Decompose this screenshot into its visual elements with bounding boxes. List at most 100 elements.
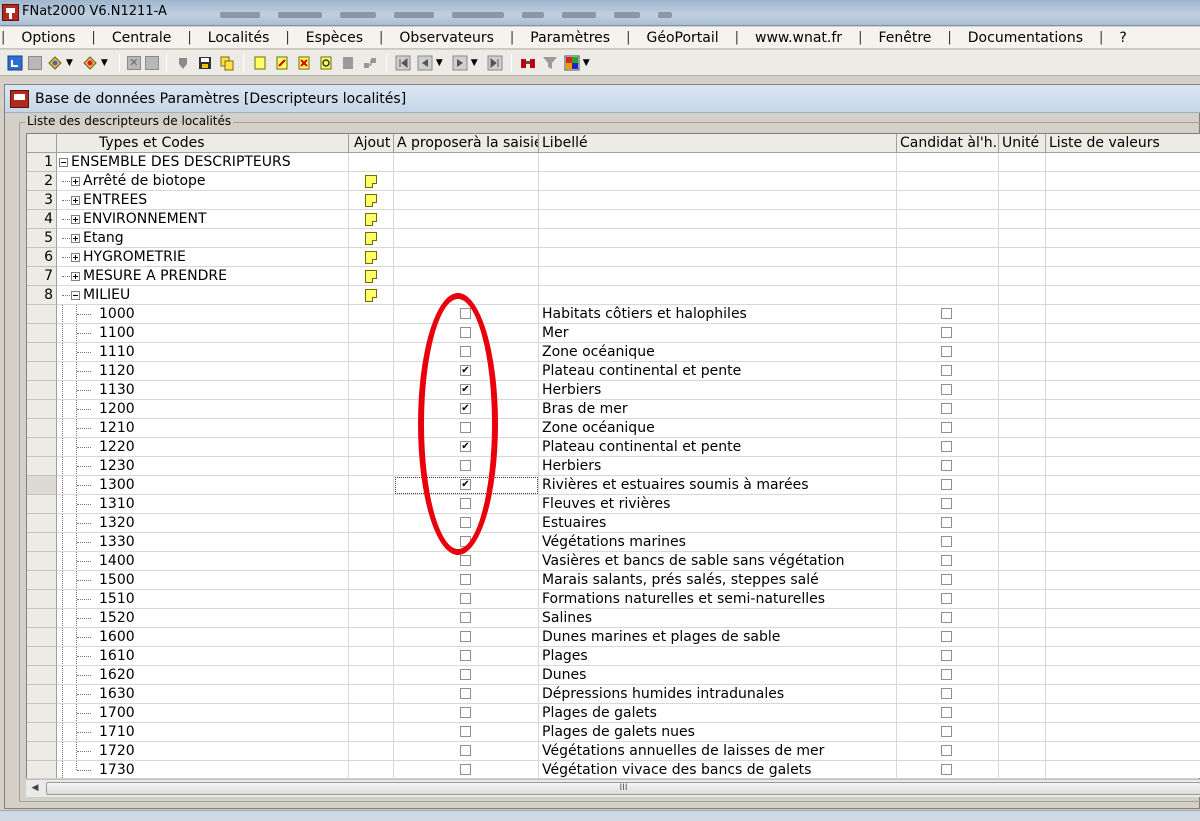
empty-cell[interactable] <box>539 210 897 229</box>
table-row[interactable]: 1720 Végétations annuelles de laisses de … <box>27 742 1200 761</box>
empty-cell[interactable] <box>999 248 1046 267</box>
menu-item-10[interactable]: ? <box>1104 30 1141 46</box>
row-selector[interactable] <box>27 533 57 552</box>
liste-valeurs-cell[interactable] <box>1046 723 1200 742</box>
chevron-down-icon[interactable]: ▼ <box>583 58 590 68</box>
candidat-checkbox[interactable] <box>941 308 952 319</box>
menu-item-7[interactable]: www.wnat.fr <box>740 30 857 46</box>
filter-icon[interactable] <box>541 54 559 72</box>
first-record-icon[interactable] <box>394 54 412 72</box>
unite-cell[interactable] <box>999 704 1046 723</box>
empty-cell[interactable] <box>394 172 539 191</box>
candidat-checkbox[interactable] <box>941 726 952 737</box>
liste-valeurs-cell[interactable] <box>1046 476 1200 495</box>
libelle-cell[interactable]: Zone océanique <box>539 343 897 362</box>
expand-icon[interactable] <box>71 214 80 224</box>
empty-cell[interactable] <box>539 172 897 191</box>
libelle-cell[interactable]: Marais salants, prés salés, steppes salé <box>539 571 897 590</box>
libelle-cell[interactable]: Habitats côtiers et halophiles <box>539 305 897 324</box>
candidat-cell[interactable] <box>897 400 999 419</box>
search-note-icon[interactable] <box>317 54 335 72</box>
unite-cell[interactable] <box>999 305 1046 324</box>
last-record-icon[interactable] <box>486 54 504 72</box>
row-selector[interactable] <box>27 590 57 609</box>
column-header-0[interactable]: Types et Codes <box>57 134 349 153</box>
propose-cell[interactable] <box>394 590 539 609</box>
empty-cell[interactable] <box>999 267 1046 286</box>
propose-cell[interactable] <box>394 666 539 685</box>
liste-valeurs-cell[interactable] <box>1046 666 1200 685</box>
empty-cell[interactable] <box>1046 153 1200 172</box>
candidat-checkbox[interactable] <box>941 441 952 452</box>
app-icon[interactable] <box>2 4 19 21</box>
candidat-cell[interactable] <box>897 590 999 609</box>
unite-cell[interactable] <box>999 628 1046 647</box>
add-note-icon[interactable] <box>365 194 377 207</box>
row-selector[interactable] <box>27 571 57 590</box>
libelle-cell[interactable]: Rivières et estuaires soumis à marées <box>539 476 897 495</box>
ajout-cell[interactable] <box>349 419 394 438</box>
unite-cell[interactable] <box>999 362 1046 381</box>
libelle-cell[interactable]: Zone océanique <box>539 419 897 438</box>
column-header-4[interactable]: Candidat àl'h... <box>897 134 999 153</box>
menu-item-3[interactable]: Espèces <box>291 30 378 46</box>
candidat-checkbox[interactable] <box>941 745 952 756</box>
gray-block-icon[interactable] <box>144 55 159 70</box>
ajout-cell[interactable] <box>349 305 394 324</box>
empty-cell[interactable] <box>394 229 539 248</box>
propose-cell[interactable] <box>394 533 539 552</box>
ajout-cell[interactable] <box>349 647 394 666</box>
table-row[interactable]: 1210 Zone océanique <box>27 419 1200 438</box>
candidat-checkbox[interactable] <box>941 631 952 642</box>
tree-node[interactable]: 1300 <box>57 476 349 495</box>
propose-cell[interactable] <box>394 609 539 628</box>
unite-cell[interactable] <box>999 381 1046 400</box>
tree-node[interactable]: 1110 <box>57 343 349 362</box>
empty-cell[interactable] <box>897 210 999 229</box>
tree-node[interactable]: 1620 <box>57 666 349 685</box>
empty-cell[interactable] <box>1046 267 1200 286</box>
ajout-cell[interactable] <box>349 210 394 229</box>
column-header-1[interactable]: Ajout <box>349 134 394 153</box>
ajout-cell[interactable] <box>349 609 394 628</box>
tree-node[interactable]: 1210 <box>57 419 349 438</box>
unite-cell[interactable] <box>999 609 1046 628</box>
liste-valeurs-cell[interactable] <box>1046 400 1200 419</box>
row-selector[interactable] <box>27 419 57 438</box>
liste-valeurs-cell[interactable] <box>1046 305 1200 324</box>
propose-cell[interactable] <box>394 514 539 533</box>
row-selector[interactable] <box>27 495 57 514</box>
empty-cell[interactable] <box>999 153 1046 172</box>
liste-valeurs-cell[interactable] <box>1046 685 1200 704</box>
ajout-cell[interactable] <box>349 400 394 419</box>
next-record-icon[interactable] <box>451 54 469 72</box>
propose-checkbox[interactable]: ✔ <box>460 441 471 452</box>
empty-cell[interactable] <box>999 229 1046 248</box>
grid-icon[interactable] <box>563 54 581 72</box>
ajout-cell[interactable] <box>349 533 394 552</box>
propose-checkbox[interactable] <box>460 650 471 661</box>
table-row[interactable]: 1230 Herbiers <box>27 457 1200 476</box>
libelle-cell[interactable]: Dépressions humides intradunales <box>539 685 897 704</box>
ajout-cell[interactable] <box>349 457 394 476</box>
table-row[interactable]: 1400 Vasières et bancs de sable sans végé… <box>27 552 1200 571</box>
propose-cell[interactable] <box>394 343 539 362</box>
ajout-cell[interactable] <box>349 628 394 647</box>
candidat-checkbox[interactable] <box>941 536 952 547</box>
expand-icon[interactable] <box>71 271 80 281</box>
libelle-cell[interactable]: Herbiers <box>539 381 897 400</box>
libelle-cell[interactable]: Formations naturelles et semi-naturelles <box>539 590 897 609</box>
candidat-checkbox[interactable] <box>941 574 952 585</box>
tree-node[interactable]: MESURE A PRENDRE <box>57 267 349 286</box>
libelle-cell[interactable]: Salines <box>539 609 897 628</box>
table-row[interactable]: 1100 Mer <box>27 324 1200 343</box>
empty-cell[interactable] <box>539 286 897 305</box>
menu-item-6[interactable]: GéoPortail <box>631 30 733 46</box>
unite-cell[interactable] <box>999 514 1046 533</box>
liste-valeurs-cell[interactable] <box>1046 324 1200 343</box>
tree-node[interactable]: 1330 <box>57 533 349 552</box>
candidat-cell[interactable] <box>897 514 999 533</box>
candidat-cell[interactable] <box>897 381 999 400</box>
empty-cell[interactable] <box>999 172 1046 191</box>
propose-cell[interactable] <box>394 324 539 343</box>
